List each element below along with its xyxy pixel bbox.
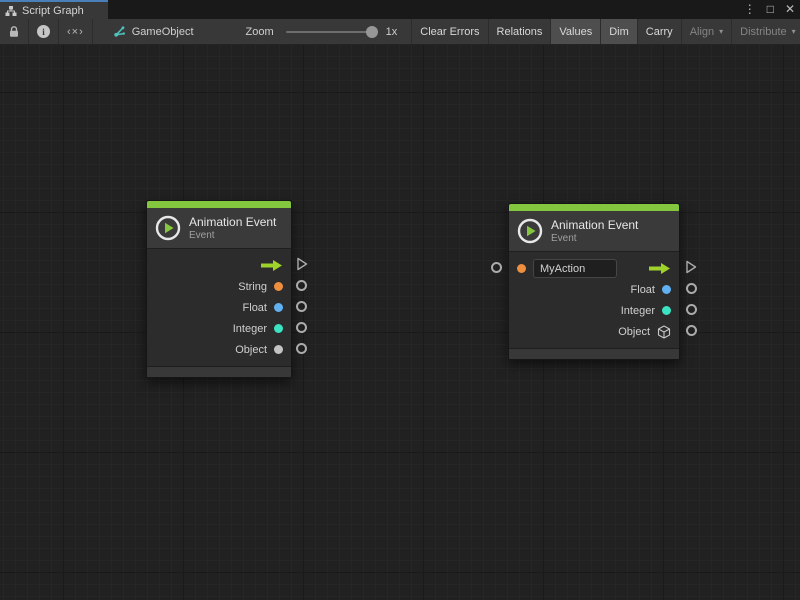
graph-socket-button[interactable]: ‹×› [59, 19, 93, 44]
window-controls: ⋮ □ ✕ [744, 1, 795, 17]
graph-canvas[interactable]: Animation Event Event String Float Integ… [0, 45, 800, 600]
values-label: Values [559, 26, 592, 38]
node-animation-event-2[interactable]: Animation Event Event Float Integer [508, 203, 680, 360]
align-dropdown[interactable]: Align ▾ [682, 19, 732, 44]
float-output-port[interactable] [686, 283, 697, 294]
node-color-bar [147, 201, 291, 208]
port-row-string: String [147, 276, 291, 297]
window-menu-icon[interactable]: ⋮ [744, 1, 756, 17]
flow-arrow-icon [648, 262, 671, 275]
zoom-value: 1x [386, 26, 398, 38]
window-close-icon[interactable]: ✕ [785, 1, 795, 17]
integer-type-dot [662, 306, 671, 315]
graph-toolbar: i ‹×› GameObject Zoom 1x Clear Errors Re… [0, 19, 800, 45]
tab-title: Script Graph [22, 5, 84, 17]
float-output-port[interactable] [296, 301, 307, 312]
align-label: Align [690, 26, 714, 38]
distribute-label: Distribute [740, 26, 786, 38]
integer-output-port[interactable] [296, 322, 307, 333]
port-row-integer: Integer [509, 300, 679, 321]
chevron-down-icon: ▾ [792, 27, 796, 36]
distribute-dropdown[interactable]: Distribute ▾ [732, 19, 800, 44]
node-subtitle: Event [189, 230, 276, 242]
values-toggle[interactable]: Values [551, 19, 601, 44]
zoom-slider[interactable] [286, 31, 374, 33]
node-body: String Float Integer Object [147, 249, 291, 366]
port-label: Integer [621, 305, 655, 317]
chevron-down-icon: ▾ [719, 27, 723, 36]
gameobject-icon [113, 25, 126, 38]
node-subtitle: Event [551, 233, 638, 245]
port-row-float: Float [509, 279, 679, 300]
node-header: Animation Event Event [147, 208, 291, 249]
gameobject-context[interactable]: GameObject [107, 19, 200, 44]
tab-bar: Script Graph ⋮ □ ✕ [0, 0, 800, 19]
flow-output-port[interactable] [685, 260, 697, 274]
node-header: Animation Event Event [509, 211, 679, 252]
event-name-input[interactable] [533, 259, 617, 278]
info-icon: i [37, 25, 50, 38]
port-label: String [238, 281, 267, 293]
node-color-bar [509, 204, 679, 211]
tab-script-graph[interactable]: Script Graph [0, 0, 108, 19]
node-body: Float Integer Object [509, 252, 679, 348]
relations-label: Relations [497, 26, 543, 38]
integer-type-dot [274, 324, 283, 333]
string-output-port[interactable] [296, 280, 307, 291]
zoom-label: Zoom [246, 26, 274, 38]
flow-arrow-wrap [648, 262, 671, 275]
zoom-control: Zoom 1x [200, 19, 404, 44]
string-input-port[interactable] [491, 262, 502, 273]
lock-icon [8, 25, 20, 38]
lock-button[interactable] [0, 19, 29, 44]
relations-button[interactable]: Relations [489, 19, 552, 44]
event-play-icon [155, 215, 181, 241]
port-label: Object [618, 326, 650, 338]
window-maximize-icon[interactable]: □ [767, 1, 774, 17]
integer-output-port[interactable] [686, 304, 697, 315]
float-type-dot [274, 303, 283, 312]
carry-toggle[interactable]: Carry [638, 19, 682, 44]
carry-label: Carry [646, 26, 673, 38]
clear-errors-label: Clear Errors [420, 26, 479, 38]
float-type-dot [662, 285, 671, 294]
dim-toggle[interactable]: Dim [601, 19, 638, 44]
port-row-integer: Integer [147, 318, 291, 339]
string-type-dot [274, 282, 283, 291]
node-animation-event-1[interactable]: Animation Event Event String Float Integ… [146, 200, 292, 378]
object-output-port[interactable] [686, 325, 697, 336]
port-label: Float [631, 284, 655, 296]
node-footer [509, 348, 679, 359]
port-label: Float [243, 302, 267, 314]
string-type-dot [517, 264, 526, 273]
flow-output-row [147, 255, 291, 276]
dim-label: Dim [609, 26, 629, 38]
node-footer [147, 366, 291, 377]
port-label: Integer [233, 323, 267, 335]
object-type-dot [274, 345, 283, 354]
clear-errors-button[interactable]: Clear Errors [411, 19, 488, 44]
socket-icon: ‹×› [67, 26, 84, 38]
graph-hierarchy-icon [5, 5, 17, 17]
script-graph-window: { "colors": { "node_accent_green": "#84C… [0, 0, 800, 600]
name-input-row [509, 258, 679, 279]
node-title: Animation Event [551, 218, 638, 233]
flow-output-port[interactable] [296, 257, 308, 271]
object-output-port[interactable] [296, 343, 307, 354]
port-row-object: Object [509, 321, 679, 342]
inspector-button[interactable]: i [29, 19, 59, 44]
gameobject-label: GameObject [132, 26, 194, 38]
port-row-float: Float [147, 297, 291, 318]
node-title: Animation Event [189, 215, 276, 230]
port-row-object: Object [147, 339, 291, 360]
port-label: Object [235, 344, 267, 356]
event-play-icon [517, 218, 543, 244]
flow-arrow-icon [260, 259, 283, 272]
zoom-slider-handle[interactable] [366, 26, 378, 38]
object-cube-icon [657, 325, 671, 339]
